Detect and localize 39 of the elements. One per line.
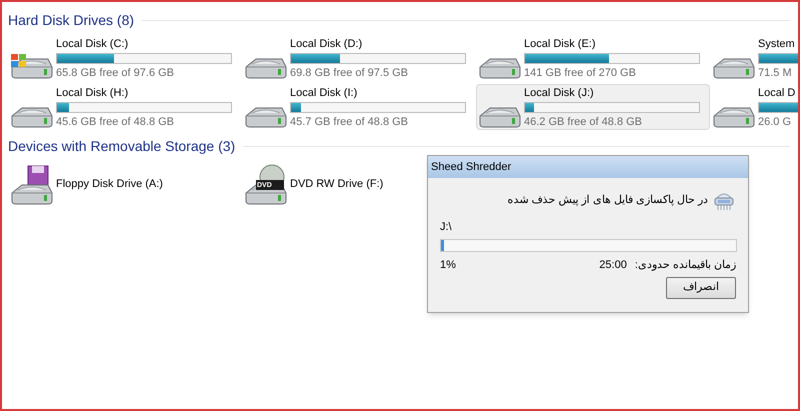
drive-name: Local Disk (E:) xyxy=(524,36,597,50)
drive-name: Floppy Disk Drive (A:) xyxy=(56,177,163,191)
drive-name: Local Disk (H:) xyxy=(56,86,130,100)
section-header[interactable]: Hard Disk Drives (8) xyxy=(8,10,134,31)
drive-tile[interactable]: Local Disk (E:) 141 GB free of 270 GB xyxy=(476,35,710,81)
floppy-drive-icon xyxy=(11,164,53,204)
drive-space-text: 71.5 M xyxy=(758,66,793,80)
path-text: J:\ xyxy=(440,220,453,234)
drive-name: System xyxy=(758,36,796,50)
drive-tile[interactable]: Local Disk (C:) 65.8 GB free of 97.6 GB xyxy=(8,35,242,81)
dialog-message: در حال پاکسازی فایل های از پیش حذف شده xyxy=(508,192,708,208)
dialog-title: Sheed Shredder xyxy=(428,156,748,178)
drive-space-text: 69.8 GB free of 97.5 GB xyxy=(290,66,410,80)
drive-space-text: 65.8 GB free of 97.6 GB xyxy=(56,66,176,80)
drive-space-text: 46.2 GB free of 48.8 GB xyxy=(524,114,644,128)
drive-tile[interactable]: Local Disk (I:) 45.7 GB free of 48.8 GB xyxy=(242,84,476,130)
drive-name: DVD RW Drive (F:) xyxy=(290,177,384,191)
drive-name: Local Disk (D:) xyxy=(290,36,364,50)
drive-tile[interactable]: Local D 26.0 G xyxy=(710,84,798,130)
drive-tile[interactable]: Local Disk (H:) 45.6 GB free of 48.8 GB xyxy=(8,84,242,130)
drive-name: Local Disk (C:) xyxy=(56,36,130,50)
drive-name: Local D xyxy=(758,86,796,100)
time-label: زمان باقیمانده حدودی: xyxy=(634,258,736,273)
drive-tile[interactable]: Local Disk (D:) 69.8 GB free of 97.5 GB xyxy=(242,35,476,81)
drive-name: Local Disk (J:) xyxy=(524,86,595,100)
hard-drive-icon xyxy=(11,52,53,78)
percent-text: 1% xyxy=(440,258,456,273)
time-value: 25:00 xyxy=(599,258,627,273)
drive-name: Local Disk (I:) xyxy=(290,86,358,100)
drive-tile[interactable]: Local Disk (J:) 46.2 GB free of 48.8 GB xyxy=(476,84,710,130)
drive-space-text: 45.6 GB free of 48.8 GB xyxy=(56,114,176,128)
dvd-drive-icon xyxy=(245,164,287,204)
cancel-button[interactable]: انصراف xyxy=(666,276,736,298)
section-header[interactable]: Devices with Removable Storage (3) xyxy=(8,136,236,157)
drive-space-text: 26.0 G xyxy=(758,114,792,128)
drive-tile[interactable]: System 71.5 M xyxy=(710,35,798,81)
drive-space-text: 45.7 GB free of 48.8 GB xyxy=(290,114,410,128)
drive-tile[interactable]: Floppy Disk Drive (A:) xyxy=(8,161,242,207)
drive-space-text: 141 GB free of 270 GB xyxy=(524,66,637,80)
